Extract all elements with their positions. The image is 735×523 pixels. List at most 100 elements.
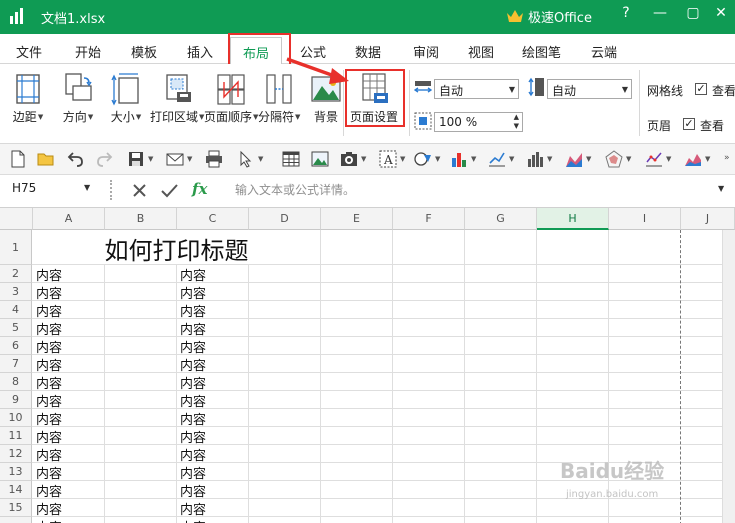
restore-button[interactable]: ▢ — [681, 3, 705, 25]
page-setup-button[interactable]: 页面设置 — [350, 72, 398, 125]
row-header[interactable] — [0, 517, 32, 523]
overflow-icon[interactable]: » — [724, 153, 730, 163]
scale-stepper[interactable]: 100 % ▲ ▼ — [434, 112, 523, 132]
email-icon[interactable] — [166, 150, 184, 168]
scatter-chart-icon[interactable] — [645, 150, 663, 168]
column-header-h[interactable]: H — [537, 208, 609, 230]
tab-templates[interactable]: 模板 — [131, 42, 157, 61]
screenshot-icon[interactable] — [340, 150, 358, 168]
row-header[interactable]: 10 — [0, 409, 32, 427]
cell-c14[interactable]: 内容 — [177, 481, 206, 500]
select-all-corner[interactable] — [0, 208, 33, 230]
chevron-down-icon[interactable]: ▼ — [148, 155, 153, 163]
row-header[interactable]: 5 — [0, 319, 32, 337]
cell-c12[interactable]: 内容 — [177, 445, 206, 464]
tab-insert[interactable]: 插入 — [187, 42, 213, 61]
chevron-down-icon[interactable]: ▼ — [471, 155, 476, 163]
cell-c6[interactable]: 内容 — [177, 337, 206, 356]
column-header-b[interactable]: B — [105, 208, 177, 230]
cell-a11[interactable]: 内容 — [33, 427, 62, 446]
cell-c8[interactable]: 内容 — [177, 373, 206, 392]
column-header-i[interactable]: I — [609, 208, 681, 230]
radar-chart-icon[interactable] — [605, 150, 623, 168]
cell-a16[interactable]: 内容 — [33, 517, 62, 523]
tab-layout[interactable]: 布局 — [230, 37, 283, 65]
cell-a7[interactable]: 内容 — [33, 355, 62, 374]
cell-a3[interactable]: 内容 — [33, 283, 62, 302]
print-area-button[interactable]: 打印区域 ▼ — [150, 72, 204, 125]
chevron-down-icon[interactable]: ▼ — [361, 155, 366, 163]
column-chart-icon[interactable] — [526, 150, 544, 168]
picture-icon[interactable] — [311, 150, 329, 168]
tab-file[interactable]: 文件 — [16, 42, 42, 61]
column-header-c[interactable]: C — [177, 208, 249, 230]
confirm-icon[interactable] — [161, 183, 178, 198]
chevron-down-icon[interactable]: ▼ — [187, 155, 192, 163]
print-icon[interactable] — [205, 150, 223, 168]
row-header[interactable]: 3 — [0, 283, 32, 301]
cell-a10[interactable]: 内容 — [33, 409, 62, 428]
row-header[interactable]: 9 — [0, 391, 32, 409]
table-icon[interactable] — [282, 150, 300, 168]
size-button[interactable]: 大小 ▼ — [110, 72, 142, 125]
chevron-down-icon[interactable]: ▼ — [509, 155, 514, 163]
text-box-icon[interactable]: A — [379, 150, 397, 168]
chevron-down-icon[interactable]: ▼ — [400, 155, 405, 163]
undo-icon[interactable] — [66, 150, 84, 168]
cell-c15[interactable]: 内容 — [177, 499, 206, 518]
cell-a4[interactable]: 内容 — [33, 301, 62, 320]
row-header[interactable]: 14 — [0, 481, 32, 499]
vertical-scrollbar[interactable] — [722, 230, 735, 523]
chevron-down-icon[interactable]: ▼ — [666, 155, 671, 163]
cell-c16[interactable]: 内容 — [177, 517, 206, 523]
cursor-icon[interactable] — [237, 150, 255, 168]
new-file-icon[interactable] — [9, 150, 27, 168]
column-header-d[interactable]: D — [249, 208, 321, 230]
bar-chart-icon[interactable] — [450, 150, 468, 168]
cell-a8[interactable]: 内容 — [33, 373, 62, 392]
chevron-down-icon[interactable]: ▼ — [705, 155, 710, 163]
width-select[interactable]: 自动 ▼ — [434, 79, 519, 99]
close-button[interactable]: ✕ — [709, 3, 733, 25]
redo-icon[interactable] — [96, 150, 114, 168]
cell-a9[interactable]: 内容 — [33, 391, 62, 410]
help-button[interactable]: ? — [614, 3, 638, 25]
chevron-down-icon[interactable]: ▼ — [514, 122, 519, 130]
column-header-g[interactable]: G — [465, 208, 537, 230]
headings-view-checkbox[interactable]: ✓ — [683, 118, 695, 130]
shapes-icon[interactable] — [414, 150, 432, 168]
cell-a12[interactable]: 内容 — [33, 445, 62, 464]
name-box[interactable]: H75 — [12, 181, 36, 195]
tab-view[interactable]: 视图 — [468, 42, 494, 61]
chevron-up-icon[interactable]: ▲ — [514, 113, 519, 121]
column-header-a[interactable]: A — [33, 208, 105, 230]
area-chart-icon[interactable] — [565, 150, 583, 168]
tab-cloud[interactable]: 云端 — [591, 42, 617, 61]
tab-review[interactable]: 审阅 — [413, 42, 439, 61]
line-chart-icon[interactable] — [488, 150, 506, 168]
chevron-down-icon[interactable]: ▼ — [435, 155, 440, 163]
cell-c3[interactable]: 内容 — [177, 283, 206, 302]
minimize-button[interactable]: — — [648, 3, 672, 25]
row-header[interactable]: 1 — [0, 230, 32, 265]
row-header[interactable]: 6 — [0, 337, 32, 355]
chevron-down-icon[interactable]: ▼ — [718, 184, 724, 193]
chevron-down-icon[interactable]: ▼ — [547, 155, 552, 163]
column-header-j[interactable]: J — [681, 208, 735, 230]
cancel-icon[interactable] — [132, 183, 147, 198]
column-header-f[interactable]: F — [393, 208, 465, 230]
page-order-button[interactable]: 页面顺序 ▼ — [204, 72, 258, 125]
row-header[interactable]: 12 — [0, 445, 32, 463]
cell-c10[interactable]: 内容 — [177, 409, 206, 428]
function-icon[interactable]: fx — [192, 180, 207, 198]
save-icon[interactable] — [127, 150, 145, 168]
row-header[interactable]: 4 — [0, 301, 32, 319]
row-header[interactable]: 8 — [0, 373, 32, 391]
row-header[interactable]: 7 — [0, 355, 32, 373]
open-folder-icon[interactable] — [37, 150, 55, 168]
formula-input[interactable]: 输入文本或公式详情。 — [235, 181, 355, 198]
stock-chart-icon[interactable] — [684, 150, 702, 168]
orientation-button[interactable]: 方向 ▼ — [62, 72, 94, 125]
chevron-down-icon[interactable]: ▼ — [258, 155, 263, 163]
tab-draw[interactable]: 绘图笔 — [522, 42, 561, 61]
